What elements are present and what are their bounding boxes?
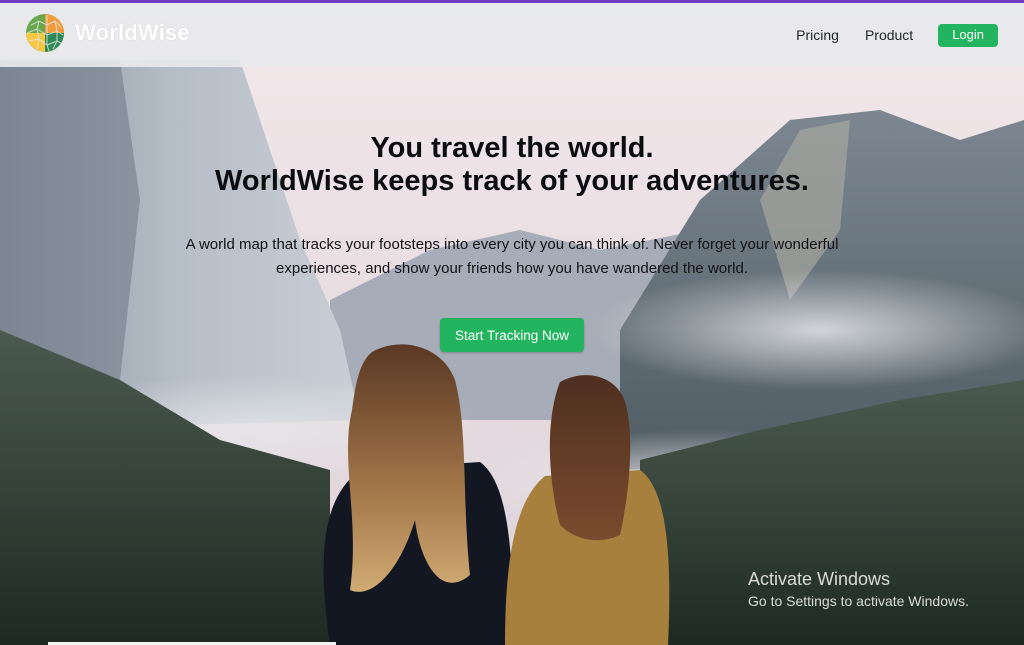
watermark-subtitle: Go to Settings to activate Windows. — [748, 593, 969, 609]
windows-activation-watermark: Activate Windows Go to Settings to activ… — [748, 568, 969, 612]
hero-title-line-1: You travel the world. — [370, 132, 654, 164]
top-accent-bar — [0, 0, 1024, 3]
brand-name: WorldWise — [75, 20, 190, 45]
nav-link-product[interactable]: Product — [865, 27, 913, 43]
hero-section: You travel the world. WorldWise keeps tr… — [0, 0, 1024, 645]
watermark-title: Activate Windows — [748, 569, 891, 589]
top-navbar: WorldWise Pricing Product Login — [0, 3, 1024, 67]
start-tracking-button[interactable]: Start Tracking Now — [440, 318, 584, 352]
worldwise-globe-logo-icon — [26, 14, 64, 52]
nav-links: Pricing Product Login — [796, 3, 998, 67]
nav-link-pricing[interactable]: Pricing — [796, 27, 839, 43]
hero-title-line-2: WorldWise keeps track of your adventures… — [215, 165, 809, 197]
login-button[interactable]: Login — [938, 23, 998, 47]
hero-subtitle: A world map that tracks your footsteps i… — [185, 236, 839, 277]
brand-logo[interactable]: WorldWise — [25, 13, 190, 53]
